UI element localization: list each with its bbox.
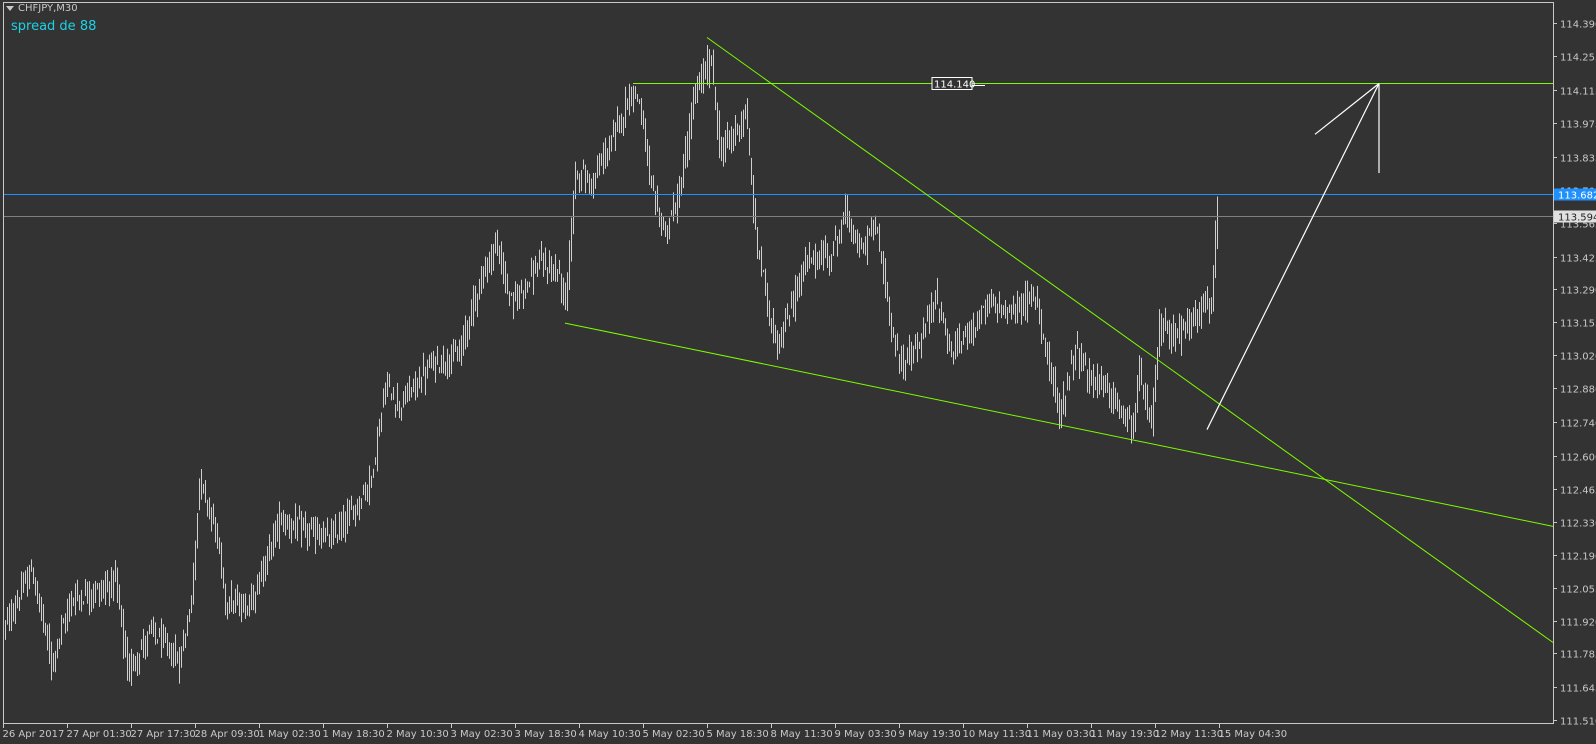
price-tick-label: 113.425: [1560, 254, 1596, 265]
arrow-head: [1314, 83, 1380, 135]
price-tick-label: 111.920: [1560, 618, 1596, 629]
price-tick-label: 113.155: [1560, 319, 1596, 330]
time-tick-label: 9 May 19:30: [899, 729, 961, 740]
triangle-down-icon[interactable]: [6, 6, 14, 11]
bar-series: [3, 44, 1218, 686]
time-tick-label: 28 Apr 09:30: [195, 729, 260, 740]
price-chart[interactable]: 114.140 114.390 114.255 114.115 113.975 113.…: [0, 0, 1596, 744]
trendline-price-label: 114.140: [934, 80, 975, 91]
chart-header: CHFJPY,M30: [6, 3, 78, 14]
price-tick-label: 113.835: [1560, 154, 1596, 165]
price-tick-label: 113.290: [1560, 286, 1596, 297]
price-tick-label: 114.255: [1560, 53, 1596, 64]
price-tick-label: 112.465: [1560, 486, 1596, 497]
price-labels: 113.682 113.594: [1554, 188, 1596, 224]
ask-price-label: 113.594: [1558, 213, 1596, 224]
time-tick-label: 1 May 18:30: [323, 729, 385, 740]
time-tick-label: 26 Apr 2017: [3, 729, 65, 740]
time-tick-label: 8 May 11:30: [771, 729, 833, 740]
price-axis: 114.390114.255114.115113.975113.835113.7…: [1553, 20, 1596, 728]
time-tick-label: 9 May 03:30: [835, 729, 897, 740]
time-tick-label: 12 May 11:30: [1155, 729, 1224, 740]
time-axis: 26 Apr 2017 27 Apr 01:3027 Apr 17:3028 Ap…: [3, 723, 1288, 740]
bid-price-label: 113.682: [1558, 191, 1596, 202]
time-tick-label: 15 May 04:30: [1219, 729, 1288, 740]
time-tick-label: 3 May 18:30: [515, 729, 577, 740]
time-tick-label: 11 May 03:30: [1027, 729, 1096, 740]
chart-frame: [3, 2, 1554, 724]
price-tick-label: 111.785: [1560, 650, 1596, 661]
price-tick-label: 112.055: [1560, 585, 1596, 596]
price-tick-label: 112.190: [1560, 552, 1596, 563]
time-tick-label: 27 Apr 17:30: [131, 729, 196, 740]
time-tick-label: 2 May 10:30: [387, 729, 449, 740]
trendline-wedge-lower: [564, 322, 1554, 527]
time-tick-label: 5 May 02:30: [643, 729, 705, 740]
price-tick-label: 112.600: [1560, 453, 1596, 464]
price-tick-label: 111.645: [1560, 684, 1596, 695]
price-tick-label: 112.880: [1560, 385, 1596, 396]
time-tick-label: 27 Apr 01:30: [67, 729, 132, 740]
price-tick-label: 112.740: [1560, 419, 1596, 430]
time-tick-label: 5 May 18:30: [707, 729, 769, 740]
price-tick-label: 114.115: [1560, 87, 1596, 98]
trendline-wedge-upper: [706, 37, 1554, 643]
price-tick-label: 112.330: [1560, 519, 1596, 530]
time-tick-label: 10 May 11:30: [963, 729, 1032, 740]
symbol-label: CHFJPY,M30: [18, 3, 78, 14]
price-tick-label: 111.510: [1560, 717, 1596, 728]
price-tick-label: 113.975: [1560, 120, 1596, 131]
arrow-shaft: [1206, 83, 1380, 430]
price-tick-label: 113.020: [1560, 352, 1596, 363]
time-tick-label: 1 May 02:30: [259, 729, 321, 740]
price-tick-label: 114.390: [1560, 20, 1596, 31]
spread-label: spread de 88: [11, 19, 97, 34]
time-tick-label: 11 May 19:30: [1091, 729, 1160, 740]
time-tick-label: 3 May 02:30: [451, 729, 513, 740]
time-tick-label: 4 May 10:30: [579, 729, 641, 740]
